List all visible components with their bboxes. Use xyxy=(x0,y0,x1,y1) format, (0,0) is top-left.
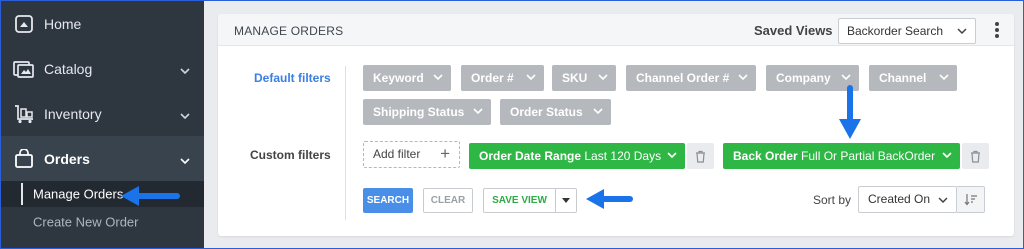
more-options-icon[interactable] xyxy=(994,22,1000,40)
sidebar-item-inventory[interactable]: Inventory xyxy=(1,91,204,136)
filter-chip-sku[interactable]: SKU xyxy=(552,65,616,91)
sidebar-item-label: Orders xyxy=(44,150,90,167)
add-filter-button[interactable]: Add filter + xyxy=(363,141,460,168)
delete-filter-button[interactable] xyxy=(962,143,989,169)
plus-icon: + xyxy=(440,144,450,163)
sidebar-item-label: Catalog xyxy=(44,60,93,77)
custom-filter-value: Full Or Partial BackOrder xyxy=(801,149,936,163)
filter-chip-label: Shipping Status xyxy=(373,105,465,119)
chevron-down-icon xyxy=(433,74,443,80)
sort-by-label: Sort by xyxy=(813,193,852,207)
filter-chip-keyword[interactable]: Keyword xyxy=(363,65,451,91)
chevron-down-icon xyxy=(667,152,677,158)
app-window: Home Catalog Inventory Orders Manage Ord… xyxy=(1,1,1023,248)
filter-chip-label: Order Status xyxy=(510,105,583,119)
sort-descending-icon xyxy=(964,194,977,206)
trash-icon xyxy=(971,150,980,163)
saved-views-select[interactable]: Backorder Search xyxy=(838,18,976,44)
delete-filter-button[interactable] xyxy=(687,143,714,169)
custom-filter-back-order[interactable]: Back Order Full Or Partial BackOrder xyxy=(723,143,960,169)
chevron-down-icon xyxy=(598,74,608,80)
chevron-down-icon xyxy=(738,74,748,80)
trash-icon xyxy=(696,150,705,163)
home-icon xyxy=(13,13,35,35)
filter-chip-label: Order # xyxy=(471,71,514,85)
annotation-arrow-icon xyxy=(839,85,861,139)
chevron-down-icon xyxy=(526,74,536,80)
sidebar-item-label: Home xyxy=(44,15,82,32)
panel-header: MANAGE ORDERS Saved Views Backorder Sear… xyxy=(218,14,1014,46)
sidebar-item-orders[interactable]: Orders xyxy=(1,136,204,181)
sidebar-item-catalog[interactable]: Catalog xyxy=(1,46,204,91)
custom-filter-name: Back Order xyxy=(733,149,798,163)
annotation-arrow-icon xyxy=(586,189,633,209)
sidebar-item-label: Inventory xyxy=(44,105,102,122)
custom-filter-order-date-range[interactable]: Order Date Range Last 120 Days xyxy=(469,143,685,169)
sidebar-subitem-create-new-order[interactable]: Create New Order xyxy=(1,209,204,235)
catalog-icon xyxy=(13,58,35,80)
orders-icon xyxy=(13,148,35,170)
filter-chip-order-status[interactable]: Order Status xyxy=(500,99,611,125)
save-view-button[interactable]: SAVE VIEW xyxy=(483,188,556,213)
default-filters-label: Default filters xyxy=(254,71,331,85)
filter-chip-label: SKU xyxy=(562,71,588,85)
inventory-icon xyxy=(13,103,35,125)
chevron-down-icon xyxy=(841,74,851,80)
sidebar-item-home[interactable]: Home xyxy=(1,1,204,46)
caret-down-icon xyxy=(562,198,570,203)
sort-by-select[interactable]: Created On xyxy=(858,186,957,213)
chevron-down-icon xyxy=(180,106,190,122)
sort-direction-button[interactable] xyxy=(957,186,985,213)
filter-chip-label: Keyword xyxy=(373,71,424,85)
filters-divider xyxy=(345,66,346,220)
chevron-down-icon xyxy=(180,61,190,77)
custom-filters-label: Custom filters xyxy=(250,148,331,162)
sidebar: Home Catalog Inventory Orders Manage Ord… xyxy=(1,1,204,248)
sort-by-value: Created On xyxy=(868,192,931,206)
chevron-down-icon xyxy=(939,74,949,80)
filter-chip-label: Channel xyxy=(879,71,927,85)
add-filter-label: Add filter xyxy=(373,147,421,161)
chevron-down-icon xyxy=(473,108,483,114)
clear-button[interactable]: CLEAR xyxy=(423,188,473,213)
chevron-down-icon xyxy=(938,197,948,203)
filter-chip-channel[interactable]: Channel xyxy=(869,65,957,91)
filter-chip-channel-order-number[interactable]: Channel Order # xyxy=(626,65,756,91)
custom-filter-name: Order Date Range xyxy=(479,149,582,163)
sidebar-subitem-label: Create New Order xyxy=(33,214,139,230)
saved-views-value: Backorder Search xyxy=(847,24,944,38)
filter-chip-shipping-status[interactable]: Shipping Status xyxy=(363,99,491,125)
chevron-down-icon xyxy=(942,152,952,158)
chevron-down-icon xyxy=(593,108,603,114)
filter-chip-label: Company xyxy=(776,71,831,85)
save-view-dropdown-button[interactable] xyxy=(555,188,577,213)
filter-chip-order-number[interactable]: Order # xyxy=(461,65,544,91)
chevron-down-icon xyxy=(957,28,967,34)
saved-views-label: Saved Views xyxy=(754,23,833,38)
chevron-down-icon xyxy=(180,151,190,167)
sidebar-subitem-label: Manage Orders xyxy=(33,186,124,202)
page-title: MANAGE ORDERS xyxy=(234,24,344,38)
annotation-arrow-icon xyxy=(121,186,180,206)
search-button[interactable]: SEARCH xyxy=(363,188,413,213)
filter-chip-label: Channel Order # xyxy=(636,71,730,85)
custom-filter-value: Last 120 Days xyxy=(584,149,662,163)
